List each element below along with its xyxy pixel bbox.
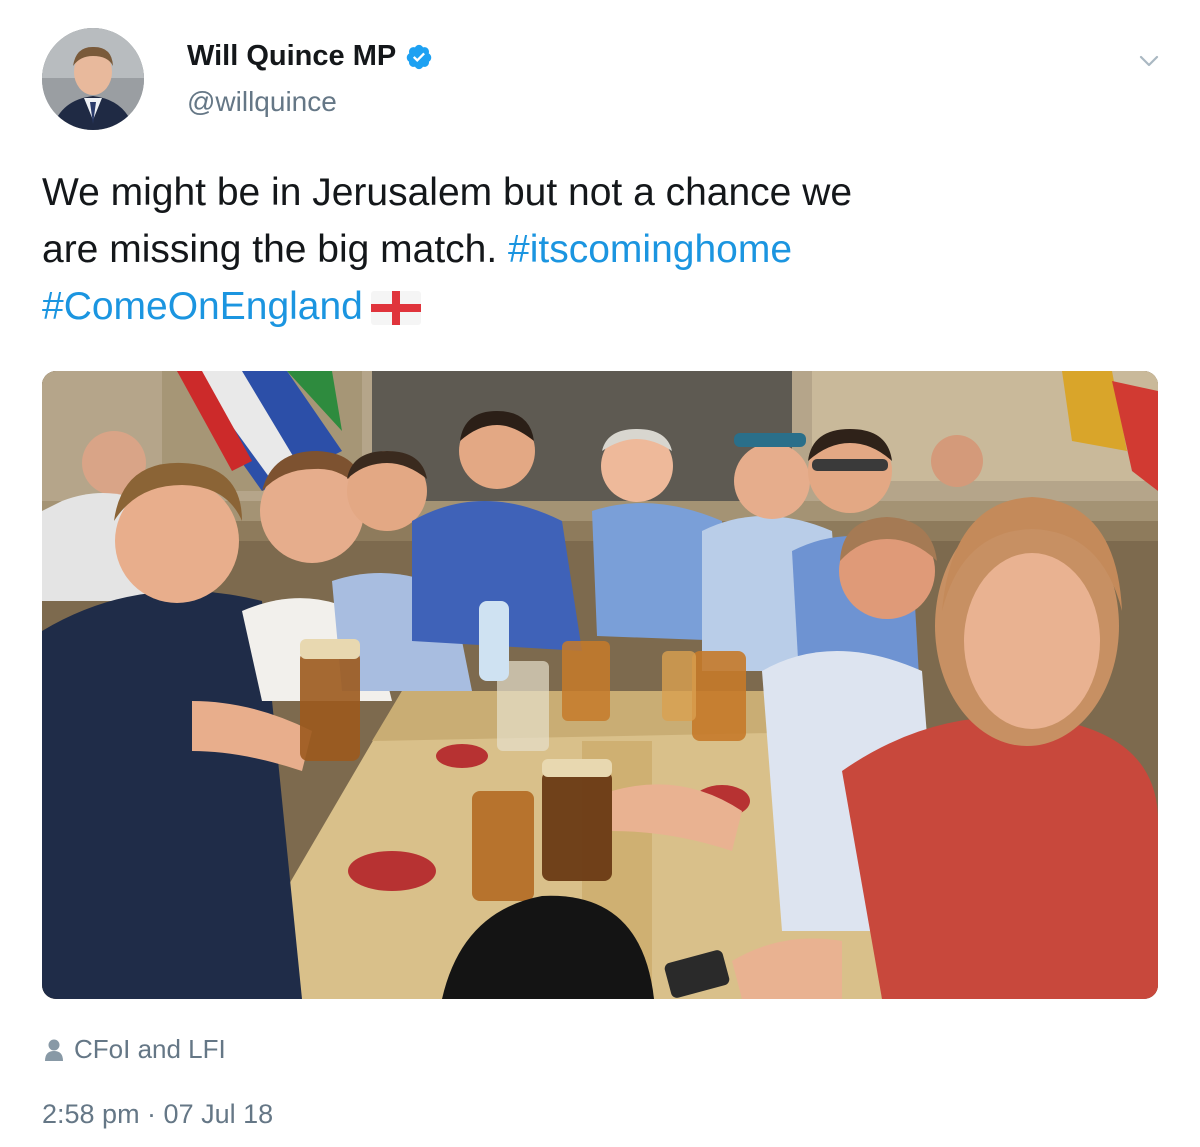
chevron-down-icon[interactable] <box>1138 50 1160 72</box>
hashtag-itscominghome[interactable]: #itscominghome <box>508 228 792 271</box>
verified-badge-icon <box>406 44 432 69</box>
author-handle[interactable]: @willquince <box>187 86 337 118</box>
tagged-people-text[interactable]: CFoI and LFI <box>74 1034 226 1065</box>
person-icon <box>45 1039 63 1061</box>
tweet-photo[interactable] <box>42 371 1158 999</box>
author-name[interactable]: Will Quince MP <box>187 40 433 73</box>
hashtag-comeonengland[interactable]: #ComeOnEngland <box>42 285 363 328</box>
tagged-people[interactable]: CFoI and LFI <box>44 1034 226 1065</box>
england-flag-icon <box>370 291 421 325</box>
author-name-text[interactable]: Will Quince MP <box>187 40 396 73</box>
tweet-text-line1: We might be in Jerusalem but not a chanc… <box>42 171 853 214</box>
tweet-card: Will Quince MP @willquince We might be i… <box>0 0 1200 1147</box>
tweet-text-line2: are missing the big match. <box>42 228 498 271</box>
tweet-timestamp[interactable]: 2:58 pm · 07 Jul 18 <box>42 1099 273 1130</box>
avatar[interactable] <box>42 28 144 130</box>
tweet-text: We might be in Jerusalem but not a chanc… <box>42 164 1152 335</box>
